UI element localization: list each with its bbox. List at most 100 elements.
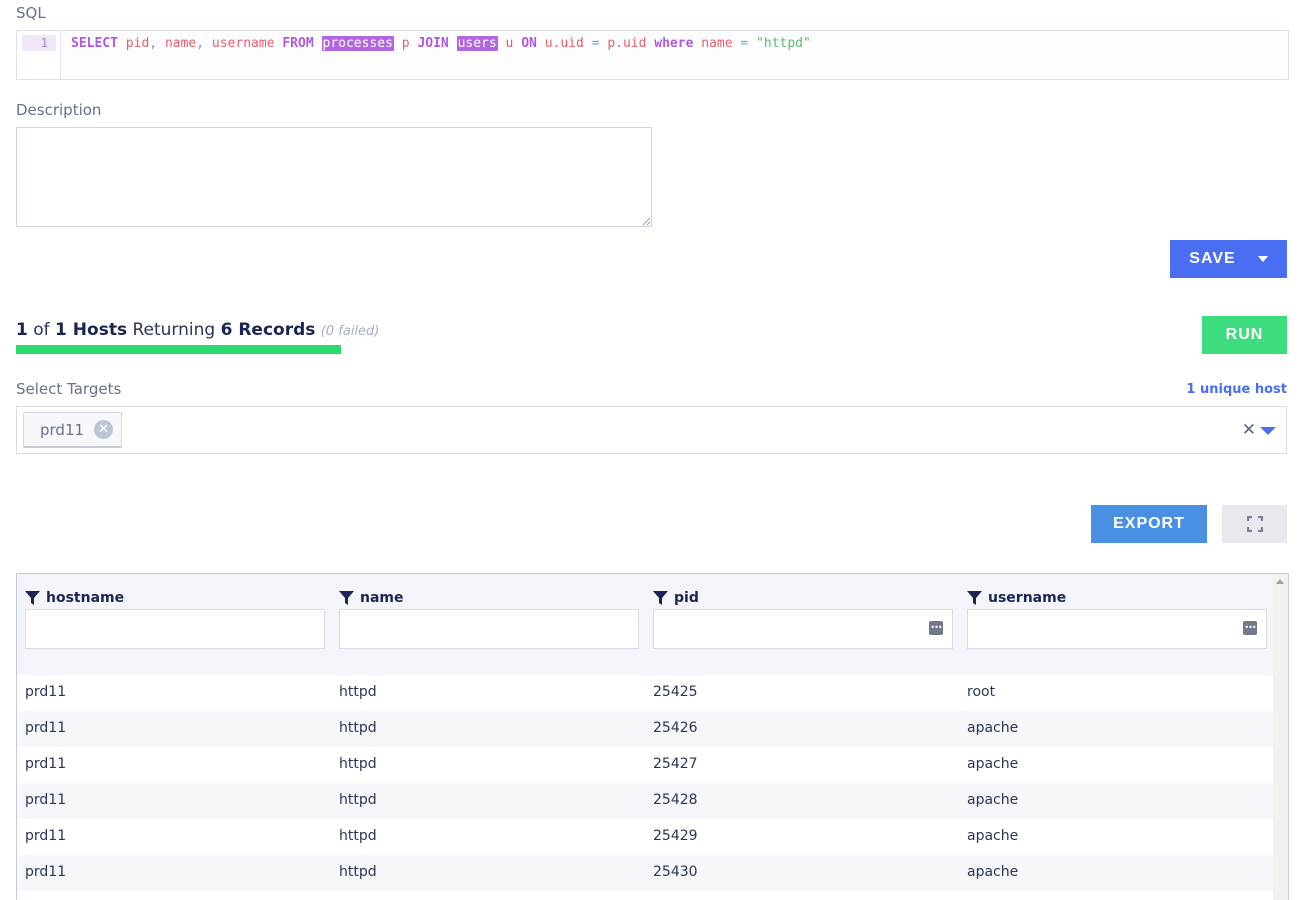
cell-pid: 25426 xyxy=(653,720,698,736)
more-icon[interactable]: ••• xyxy=(929,621,943,635)
sql-label: SQL xyxy=(16,4,46,22)
run-button-label: RUN xyxy=(1225,326,1264,343)
resize-handle-icon[interactable] xyxy=(642,217,651,226)
run-button[interactable]: RUN xyxy=(1202,316,1287,354)
sql-punctuation: , xyxy=(196,36,205,51)
unique-host-count: 1 unique host xyxy=(1186,382,1287,397)
column-header-hostname[interactable]: hostname xyxy=(25,590,124,606)
cell-pid: 25429 xyxy=(653,828,698,844)
filter-icon xyxy=(653,591,668,605)
fullscreen-icon xyxy=(1246,516,1263,532)
cell-name: httpd xyxy=(339,684,377,700)
remove-chip-icon[interactable]: ✕ xyxy=(94,420,114,439)
results-table: hostname name pid username ••• ••• prd11… xyxy=(16,573,1289,900)
column-header-username[interactable]: username xyxy=(967,590,1066,606)
editor-gutter: 1 xyxy=(17,31,61,79)
sql-identifier: name xyxy=(701,36,733,51)
hostname-filter-input[interactable] xyxy=(25,609,325,649)
sql-identifier: name xyxy=(164,36,197,51)
cell-hostname: prd11 xyxy=(25,864,67,880)
table-header: hostname name pid username ••• ••• xyxy=(17,574,1273,675)
sql-identifier: pid xyxy=(125,36,150,51)
cell-pid: 25427 xyxy=(653,756,698,772)
scroll-up-icon[interactable] xyxy=(1276,579,1284,584)
cell-name: httpd xyxy=(339,792,377,808)
fullscreen-button[interactable] xyxy=(1222,505,1287,543)
line-number: 1 xyxy=(22,35,56,51)
cell-username: root xyxy=(967,684,996,700)
sql-identifier: p.uid xyxy=(607,36,647,51)
cell-name: httpd xyxy=(339,720,377,736)
sql-identifier: u xyxy=(505,36,514,51)
name-filter-input[interactable] xyxy=(339,609,639,649)
select-targets-label: Select Targets xyxy=(16,380,122,398)
table-row: prd11 httpd 25429 apache xyxy=(17,819,1273,855)
target-chip-label: prd11 xyxy=(40,420,85,439)
sql-keyword: ON xyxy=(521,36,537,51)
column-header-pid[interactable]: pid xyxy=(653,590,699,606)
dropdown-arrow-icon[interactable] xyxy=(1260,427,1276,435)
query-status: 1 of 1 Hosts Returning 6 Records (0 fail… xyxy=(16,320,379,340)
sql-keyword: JOIN xyxy=(417,36,449,51)
sql-punctuation: , xyxy=(149,36,158,51)
cell-pid: 25428 xyxy=(653,792,698,808)
status-hosts: 1 Hosts xyxy=(55,320,128,340)
save-button-label: SAVE xyxy=(1189,250,1236,267)
column-label: pid xyxy=(674,590,699,606)
pid-filter-input[interactable]: ••• xyxy=(653,609,953,649)
column-header-name[interactable]: name xyxy=(339,590,404,606)
sql-editor[interactable]: 1 SELECT pid, name, username FROM proces… xyxy=(16,30,1289,80)
target-select[interactable]: prd11 ✕ ✕ xyxy=(16,406,1287,454)
cell-username: apache xyxy=(967,864,1019,880)
status-returning: Returning xyxy=(132,320,216,340)
status-of: of xyxy=(33,320,50,340)
caret-down-icon xyxy=(1257,256,1268,262)
save-button[interactable]: SAVE xyxy=(1170,240,1287,278)
table-row: prd11 httpd 25427 apache xyxy=(17,747,1273,783)
filter-icon xyxy=(339,591,354,605)
sql-table-name: users xyxy=(456,36,498,51)
sql-identifier: username xyxy=(211,36,275,51)
sql-operator: = xyxy=(740,36,749,51)
clear-icon[interactable]: ✕ xyxy=(1242,420,1256,440)
table-row: prd11 httpd 25430 apache xyxy=(17,855,1273,891)
export-button-label: EXPORT xyxy=(1113,515,1185,532)
sql-keyword: SELECT xyxy=(71,36,118,51)
filter-icon xyxy=(25,591,40,605)
progress-bar xyxy=(16,345,341,354)
sql-identifier: u.uid xyxy=(544,36,584,51)
cell-hostname: prd11 xyxy=(25,756,67,772)
sql-string: "httpd" xyxy=(756,36,811,51)
sql-operator: = xyxy=(591,36,600,51)
cell-hostname: prd11 xyxy=(25,792,67,808)
cell-username: apache xyxy=(967,720,1019,736)
description-textarea[interactable] xyxy=(16,127,652,227)
description-label: Description xyxy=(16,101,102,119)
export-button[interactable]: EXPORT xyxy=(1091,505,1207,543)
sql-identifier: p xyxy=(401,36,410,51)
column-label: hostname xyxy=(46,590,125,606)
cell-username: apache xyxy=(967,828,1019,844)
column-label: username xyxy=(988,590,1067,606)
cell-name: httpd xyxy=(339,828,377,844)
cell-name: httpd xyxy=(339,756,377,772)
status-count: 1 xyxy=(16,320,28,340)
cell-username: apache xyxy=(967,792,1019,808)
table-row: prd11 httpd 25426 apache xyxy=(17,711,1273,747)
cell-pid: 25425 xyxy=(653,684,698,700)
table-row: prd11 httpd 25425 root xyxy=(17,675,1273,711)
sql-code[interactable]: SELECT pid, name, username FROM processe… xyxy=(71,35,811,52)
cell-pid: 25430 xyxy=(653,864,698,880)
status-records: 6 Records xyxy=(220,320,316,340)
sql-table-name: processes xyxy=(321,36,394,51)
username-filter-input[interactable]: ••• xyxy=(967,609,1267,649)
column-label: name xyxy=(360,590,404,606)
cell-hostname: prd11 xyxy=(25,828,67,844)
cell-name: httpd xyxy=(339,864,377,880)
filter-icon xyxy=(967,591,982,605)
status-failed: (0 failed) xyxy=(320,324,380,339)
more-icon[interactable]: ••• xyxy=(1243,621,1257,635)
sql-keyword: FROM xyxy=(282,36,314,51)
table-scrollbar[interactable] xyxy=(1273,574,1288,900)
sql-keyword: where xyxy=(654,36,694,51)
